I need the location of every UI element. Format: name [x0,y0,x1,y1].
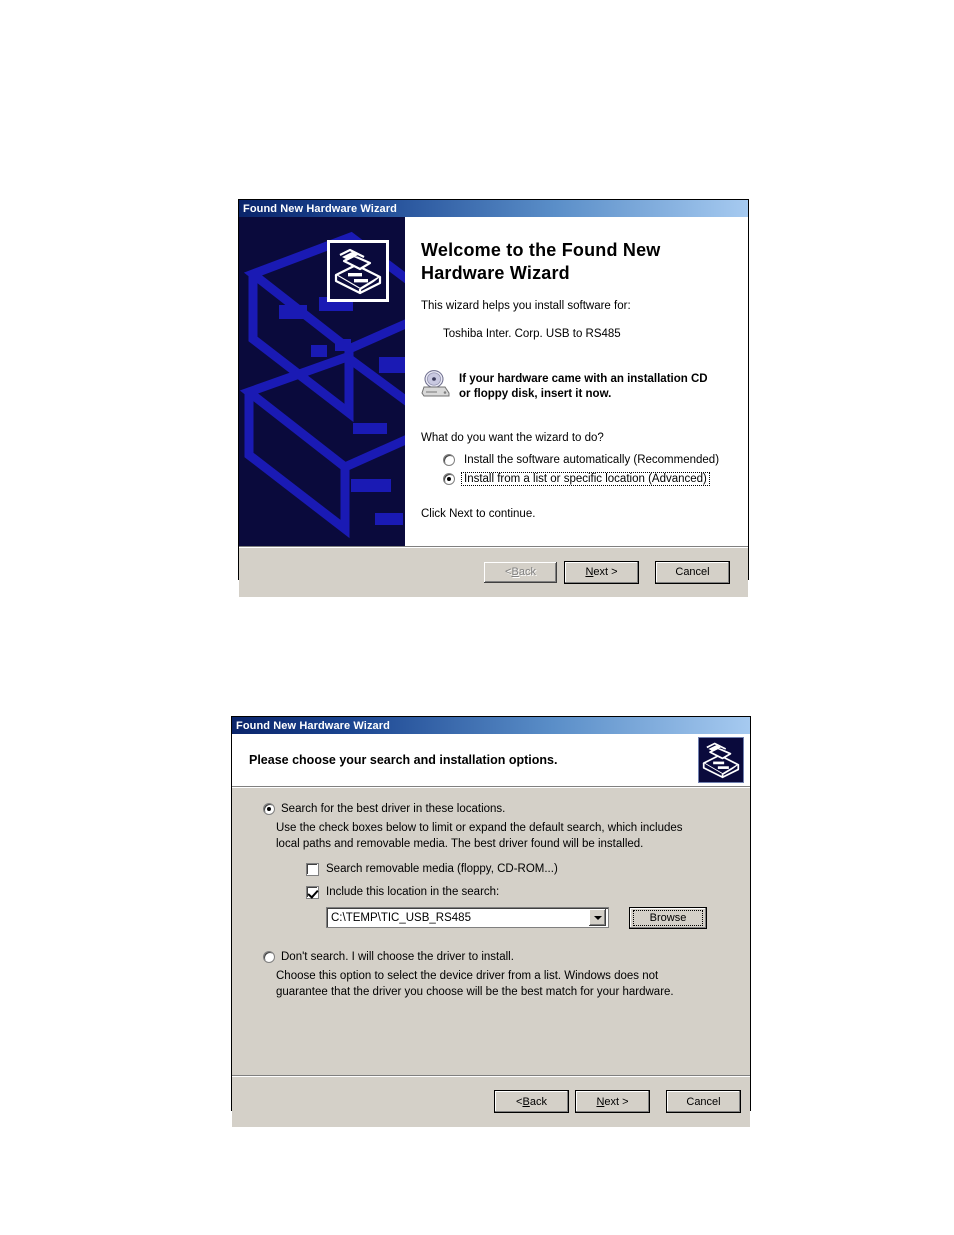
hardware-wizard-icon-glyph [699,738,743,782]
options-dialog-header: Please choose your search and installati… [232,734,750,787]
next-button[interactable]: Next > [575,1090,650,1113]
chevron-down-icon[interactable] [589,909,606,927]
device-name-label: Toshiba Inter. Corp. USB to RS485 [443,328,621,340]
browse-button-label: Browse [649,911,687,924]
hardware-wizard-icon [327,240,389,302]
radio-install-from-list[interactable]: Install from a list or specific location… [443,469,736,488]
checkbox-include-location[interactable]: Include this location in the search: [306,885,736,899]
chevron-down-glyph [593,915,602,920]
welcome-heading-line2: Hardware Wizard [421,262,570,283]
welcome-dialog-body: Welcome to the Found New Hardware Wizard… [239,217,748,546]
found-new-hardware-wizard-welcome-dialog: Found New Hardware Wizard Welcome to the… [238,199,749,597]
radio-search-best-driver-indicator[interactable] [263,803,275,815]
radio-dont-search-indicator[interactable] [263,950,275,963]
radio-dont-search[interactable]: Don't search. I will choose the driver t… [263,950,736,963]
cancel-button[interactable]: Cancel [655,560,730,584]
cancel-button[interactable]: Cancel [666,1090,741,1113]
options-dialog-button-bar: < Back Next > Cancel [232,1075,750,1127]
checkbox-search-removable-media-indicator[interactable] [306,862,319,876]
radio-dont-search-label: Don't search. I will choose the driver t… [281,950,514,963]
options-dialog-body: Search for the best driver in these loca… [232,787,750,1075]
radio-install-automatically-label: Install the software automatically (Reco… [464,453,720,466]
next-button[interactable]: Next > [564,560,639,584]
dont-search-option-description: Choose this option to select the device … [276,969,674,998]
hardware-wizard-icon [698,737,744,783]
welcome-dialog-content: Welcome to the Found New Hardware Wizard… [405,217,748,546]
cd-note-line2: or floppy disk, insert it now. [459,388,612,401]
isometric-computer-watermark [239,217,405,546]
hardware-wizard-icon-glyph [330,243,386,299]
welcome-dialog-title: Found New Hardware Wizard [243,202,397,215]
radio-install-from-list-indicator[interactable] [443,472,455,485]
cd-drive-icon [421,370,450,397]
back-button[interactable]: < Back [483,560,558,584]
welcome-heading-line1: Welcome to the Found New [421,240,661,260]
installation-cd-note: If your hardware came with an installati… [421,370,736,402]
search-option-description: Use the check boxes below to limit or ex… [276,822,683,850]
location-combobox-value: C:\TEMP\TIC_USB_RS485 [331,911,471,924]
found-new-hardware-wizard-options-dialog: Found New Hardware Wizard Please choose … [231,716,751,1127]
checkbox-include-location-label: Include this location in the search: [326,886,500,899]
welcome-dialog-titlebar: Found New Hardware Wizard [239,200,748,217]
wizard-question-label: What do you want the wizard to do? [421,432,604,445]
page-title: Welcome to the Found New Hardware Wizard [421,239,736,284]
radio-search-best-driver[interactable]: Search for the best driver in these loca… [263,803,736,815]
options-page-title: Please choose your search and installati… [249,753,558,767]
welcome-dialog-button-bar: < Back Next > Cancel [239,546,748,597]
installation-cd-note-text: If your hardware came with an installati… [459,370,708,402]
click-next-note: Click Next to continue. [421,508,536,521]
radio-search-best-driver-label: Search for the best driver in these loca… [281,803,506,815]
options-dialog-titlebar: Found New Hardware Wizard [232,717,750,734]
radio-install-automatically-indicator[interactable] [443,453,455,466]
checkbox-search-removable-media-label: Search removable media (floppy, CD-ROM..… [326,863,558,876]
checkbox-search-removable-media[interactable]: Search removable media (floppy, CD-ROM..… [306,862,736,876]
browse-button[interactable]: Browse [629,906,707,929]
options-dialog-title: Found New Hardware Wizard [236,719,390,732]
radio-install-from-list-label: Install from a list or specific location… [461,471,710,486]
location-combobox[interactable]: C:\TEMP\TIC_USB_RS485 [326,907,609,929]
radio-install-automatically[interactable]: Install the software automatically (Reco… [443,450,736,469]
welcome-intro-text: This wizard helps you install software f… [421,300,631,312]
checkbox-include-location-indicator[interactable] [306,885,319,899]
back-button[interactable]: < Back [494,1090,569,1113]
cd-note-line1: If your hardware came with an installati… [459,373,708,385]
location-row: C:\TEMP\TIC_USB_RS485 Browse [326,906,736,929]
